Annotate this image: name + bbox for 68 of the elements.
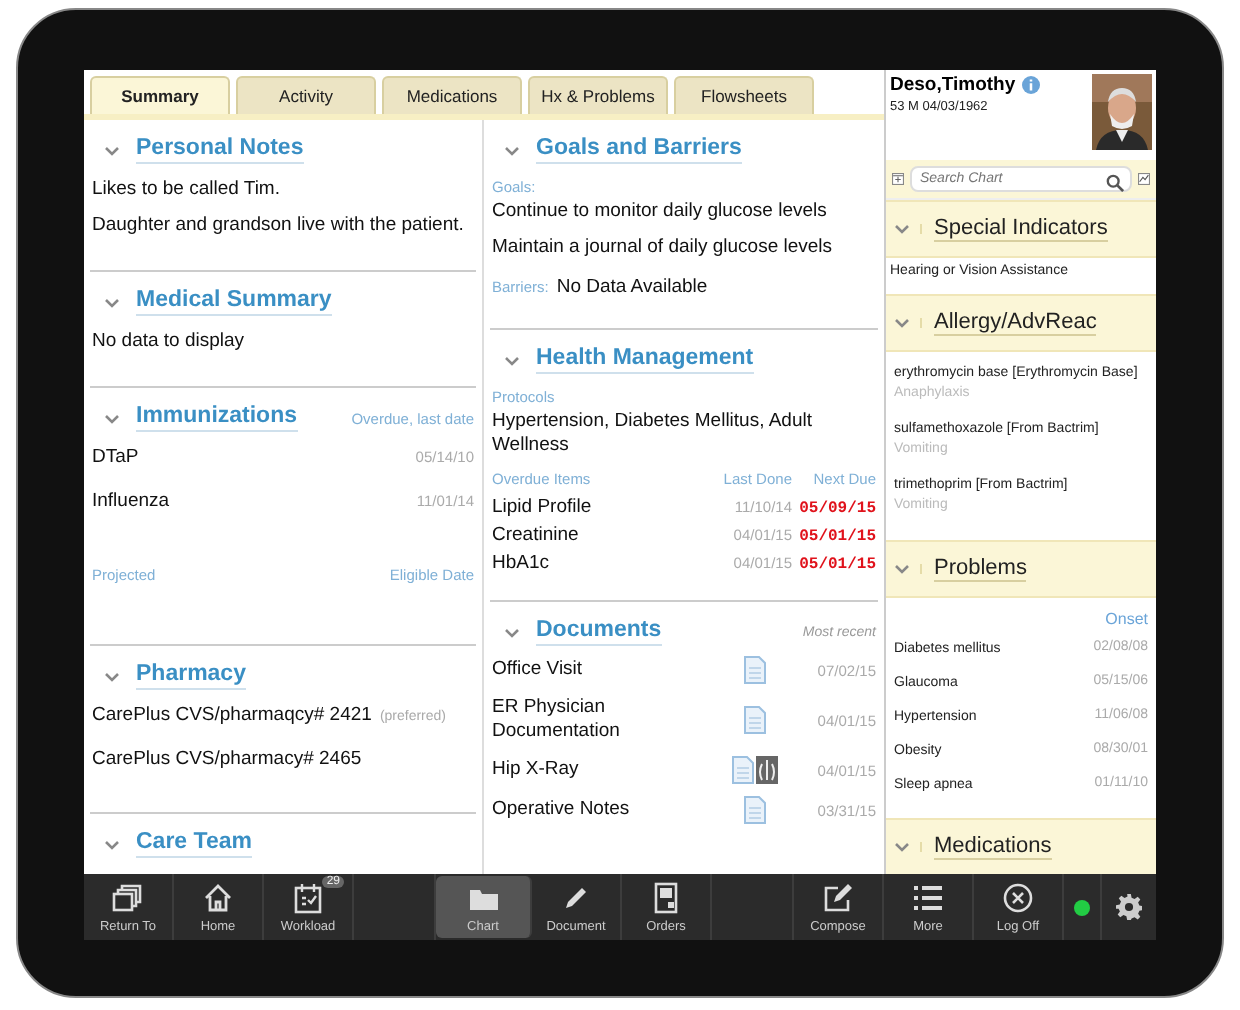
empty-message: No data to display bbox=[92, 330, 247, 354]
menu-icon bbox=[912, 881, 944, 913]
note-text: Daughter and grandson live with the patient. bbox=[92, 214, 466, 238]
compose-icon bbox=[822, 881, 854, 913]
protocols-text: Hypertension, Diabetes Mellitus, Adult Wellness bbox=[492, 410, 814, 458]
section-title[interactable]: Health Management bbox=[536, 346, 754, 374]
section-title: Allergy/AdvReac bbox=[934, 310, 1097, 336]
calendar-icon bbox=[292, 881, 324, 913]
chevron-icon[interactable] bbox=[104, 839, 120, 849]
overdue-item: Creatinine bbox=[492, 524, 581, 548]
section-title: Special Indicators bbox=[934, 216, 1108, 242]
section-title[interactable]: Medical Summary bbox=[136, 288, 332, 316]
section-header[interactable]: Medications bbox=[886, 818, 1156, 874]
note-text: Likes to be called Tim. bbox=[92, 178, 282, 202]
chevron-icon[interactable] bbox=[504, 355, 520, 365]
chevron-icon[interactable] bbox=[104, 297, 120, 307]
search-icon bbox=[1106, 174, 1124, 192]
section-title[interactable]: Immunizations bbox=[136, 404, 298, 432]
add-icon[interactable] bbox=[892, 168, 904, 190]
tab[interactable]: Summary bbox=[90, 76, 230, 114]
close-icon bbox=[1002, 881, 1034, 913]
next-due-date: 05/09/15 bbox=[797, 500, 876, 518]
section-header[interactable]: Special Indicators bbox=[886, 200, 1156, 258]
chevron-icon[interactable] bbox=[504, 145, 520, 155]
info-icon[interactable] bbox=[1021, 76, 1040, 94]
section-title[interactable]: Care Team bbox=[136, 830, 252, 858]
stack-icon bbox=[112, 881, 144, 913]
document-name[interactable]: Operative Notes bbox=[492, 798, 672, 822]
section-title: Medications bbox=[934, 834, 1052, 860]
next-due-date: 05/01/15 bbox=[797, 528, 876, 546]
column-label: Onset bbox=[1105, 610, 1148, 628]
chart-icon[interactable] bbox=[1138, 168, 1150, 190]
next-due-date: 05/01/15 bbox=[797, 556, 876, 574]
section-header[interactable]: Allergy/AdvReac bbox=[886, 294, 1156, 352]
document-icon[interactable] bbox=[743, 796, 765, 824]
overdue-item: HbA1c bbox=[492, 552, 552, 576]
tab[interactable]: Medications bbox=[382, 76, 522, 114]
tab[interactable]: Hx & Problems bbox=[528, 76, 668, 114]
tab[interactable]: Flowsheets bbox=[674, 76, 814, 114]
tab[interactable]: Activity bbox=[236, 76, 376, 114]
section-title: Problems bbox=[934, 556, 1027, 582]
barriers-text: No Data Available bbox=[556, 276, 708, 300]
immunization-name: DTaP bbox=[92, 446, 139, 470]
overdue-item: Lipid Profile bbox=[492, 496, 594, 520]
chevron-icon[interactable] bbox=[104, 145, 120, 155]
pharmacy-name: CarePlus CVS/pharmaqcy# 2421 bbox=[92, 704, 372, 728]
goal-text: Maintain a journal of daily glucose levels bbox=[492, 236, 835, 260]
section-title[interactable]: Personal Notes bbox=[136, 136, 304, 164]
patient-name: Deso,Timothy bbox=[890, 74, 1016, 96]
chevron-icon[interactable] bbox=[104, 413, 120, 423]
section-header[interactable]: Problems bbox=[886, 540, 1156, 598]
clipboard-icon bbox=[650, 881, 682, 913]
section-title[interactable]: Goals and Barriers bbox=[536, 136, 742, 164]
section-title[interactable]: Documents bbox=[536, 618, 662, 646]
document-name[interactable]: Hip X-Ray bbox=[492, 758, 672, 782]
document-icon[interactable] bbox=[743, 706, 765, 734]
home-icon bbox=[202, 881, 234, 913]
section-title[interactable]: Pharmacy bbox=[136, 662, 246, 690]
xray-icon[interactable] bbox=[755, 756, 777, 784]
document-name[interactable]: Office Visit bbox=[492, 658, 672, 682]
goal-text: Continue to monitor daily glucose levels bbox=[492, 200, 829, 224]
chevron-icon[interactable] bbox=[104, 671, 120, 681]
pharmacy-name: CarePlus CVS/pharmacy# 2465 bbox=[92, 748, 362, 772]
immunization-name: Influenza bbox=[92, 490, 170, 514]
document-icon[interactable] bbox=[743, 656, 765, 684]
chevron-icon[interactable] bbox=[504, 627, 520, 637]
settings-icon[interactable] bbox=[1116, 894, 1142, 920]
document-name[interactable]: ER Physician Documentation bbox=[492, 696, 672, 744]
